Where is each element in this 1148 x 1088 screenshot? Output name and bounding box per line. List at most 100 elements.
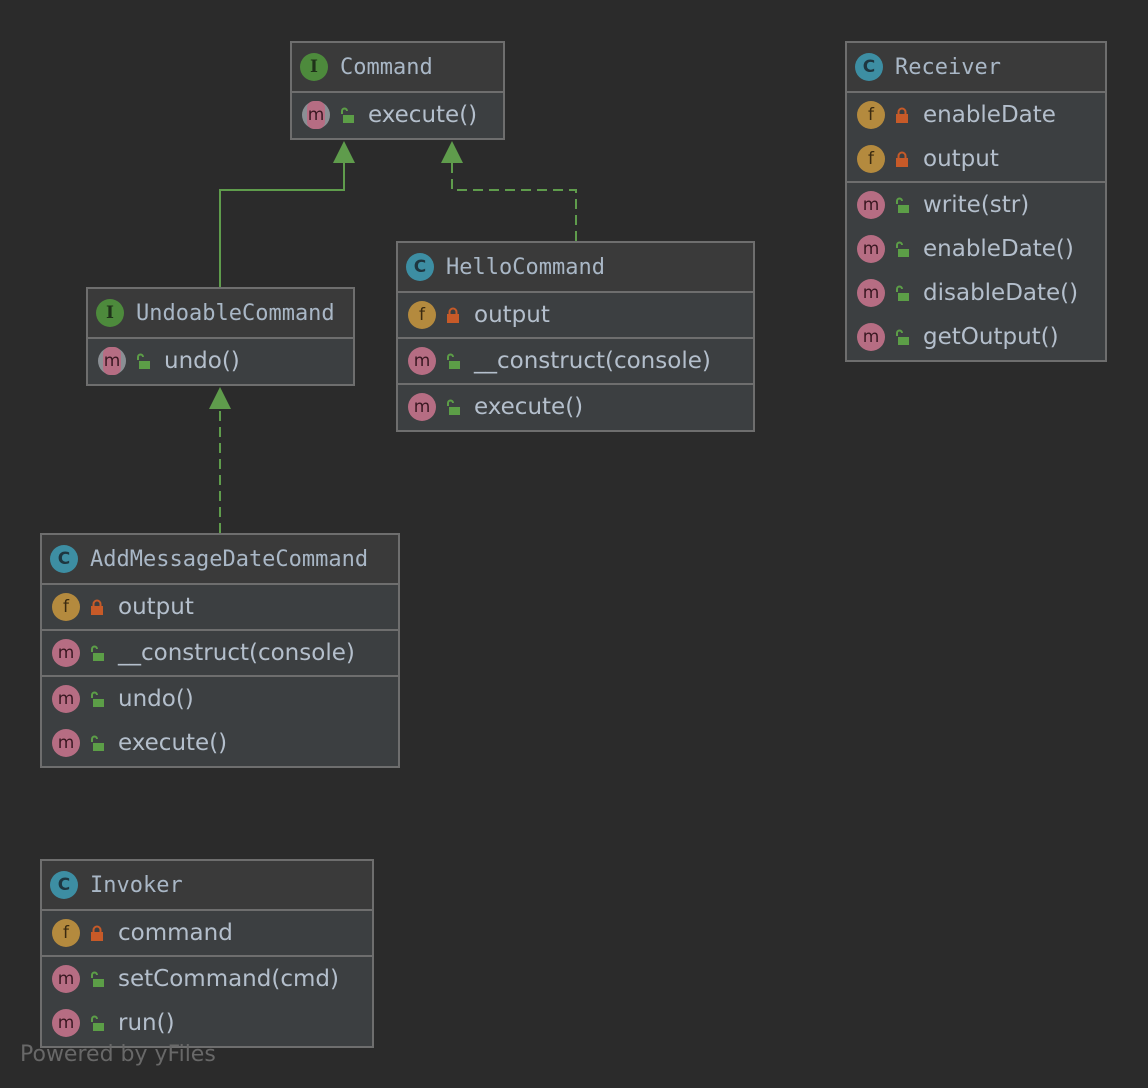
member-label: setCommand(cmd): [118, 966, 339, 992]
method-row[interactable]: m execute(): [398, 385, 753, 429]
member-label: run(): [118, 1010, 175, 1036]
realization-arrowhead: [441, 141, 463, 163]
public-unlock-icon: [90, 645, 104, 661]
method-row[interactable]: m __construct(console): [42, 631, 398, 675]
member-label: enableDate(): [923, 236, 1074, 262]
method-row[interactable]: m execute(): [292, 93, 503, 137]
member-label: undo(): [164, 348, 240, 374]
member-label: output: [474, 302, 550, 328]
public-unlock-icon: [340, 107, 354, 123]
interface-icon: I: [96, 299, 124, 327]
method-row[interactable]: m undo(): [88, 339, 353, 383]
private-lock-icon: [446, 307, 460, 323]
node-receiver[interactable]: C Receiver f enableDate f output m write(str) m e…: [845, 41, 1107, 362]
method-row[interactable]: m getOutput(): [847, 315, 1105, 359]
method-icon: m: [857, 191, 885, 219]
class-icon: C: [406, 253, 434, 281]
node-hello-command[interactable]: C HelloCommand f output m __construct(console…: [396, 241, 755, 432]
member-section: f output: [398, 293, 753, 339]
method-row[interactable]: m run(): [42, 1001, 372, 1045]
member-label: execute(): [474, 394, 584, 420]
method-icon: m: [408, 347, 436, 375]
member-label: disableDate(): [923, 280, 1079, 306]
field-icon: f: [52, 593, 80, 621]
class-icon: C: [50, 545, 78, 573]
method-row[interactable]: m undo(): [42, 677, 398, 721]
field-icon: f: [52, 919, 80, 947]
public-unlock-icon: [895, 285, 909, 301]
member-label: output: [118, 594, 194, 620]
member-section: m setCommand(cmd) m run(): [42, 957, 372, 1045]
member-section: m undo(): [88, 339, 353, 383]
private-lock-icon: [895, 107, 909, 123]
member-label: __construct(console): [474, 348, 711, 374]
public-unlock-icon: [446, 399, 460, 415]
node-undoable-command[interactable]: I UndoableCommand m undo(): [86, 287, 355, 386]
public-unlock-icon: [446, 353, 460, 369]
member-section: m __construct(console): [42, 631, 398, 677]
field-icon: f: [857, 145, 885, 173]
member-label: command: [118, 920, 233, 946]
member-label: execute(): [368, 102, 478, 128]
node-add-message-date-command[interactable]: C AddMessageDateCommand f output m __construc…: [40, 533, 400, 768]
node-header: C Receiver: [847, 43, 1105, 93]
field-row[interactable]: f output: [847, 137, 1105, 181]
member-section: m undo() m execute(): [42, 677, 398, 765]
member-label: enableDate: [923, 102, 1056, 128]
abstract-method-glyph: m: [103, 347, 121, 375]
node-command[interactable]: I Command m execute(): [290, 41, 505, 140]
public-unlock-icon: [136, 353, 150, 369]
field-row[interactable]: f output: [398, 293, 753, 337]
field-row[interactable]: f command: [42, 911, 372, 955]
member-label: write(str): [923, 192, 1030, 218]
method-row[interactable]: m write(str): [847, 183, 1105, 227]
class-icon: C: [855, 53, 883, 81]
public-unlock-icon: [895, 241, 909, 257]
method-icon: m: [52, 729, 80, 757]
method-row[interactable]: m __construct(console): [398, 339, 753, 383]
member-section: m write(str) m enableDate() m disableDate() m g…: [847, 183, 1105, 359]
field-icon: f: [857, 101, 885, 129]
node-header: I Command: [292, 43, 503, 93]
public-unlock-icon: [90, 1015, 104, 1031]
member-label: __construct(console): [118, 640, 355, 666]
member-section: m execute(): [398, 385, 753, 429]
abstract-method-icon: m: [98, 347, 126, 375]
method-row[interactable]: m disableDate(): [847, 271, 1105, 315]
member-label: getOutput(): [923, 324, 1059, 350]
member-label: execute(): [118, 730, 228, 756]
method-icon: m: [52, 965, 80, 993]
field-row[interactable]: f enableDate: [847, 93, 1105, 137]
node-header: C AddMessageDateCommand: [42, 535, 398, 585]
node-title: AddMessageDateCommand: [90, 546, 369, 572]
node-header: C HelloCommand: [398, 243, 753, 293]
watermark: Powered by yFiles: [20, 1042, 216, 1067]
field-row[interactable]: f output: [42, 585, 398, 629]
node-header: C Invoker: [42, 861, 372, 911]
method-row[interactable]: m execute(): [42, 721, 398, 765]
member-section: m execute(): [292, 93, 503, 137]
public-unlock-icon: [895, 329, 909, 345]
private-lock-icon: [90, 599, 104, 615]
private-lock-icon: [90, 925, 104, 941]
member-label: undo(): [118, 686, 194, 712]
method-row[interactable]: m setCommand(cmd): [42, 957, 372, 1001]
member-section: m __construct(console): [398, 339, 753, 385]
method-icon: m: [52, 639, 80, 667]
realization-arrowhead: [209, 387, 231, 409]
method-row[interactable]: m enableDate(): [847, 227, 1105, 271]
node-header: I UndoableCommand: [88, 289, 353, 339]
member-label: output: [923, 146, 999, 172]
node-invoker[interactable]: C Invoker f command m setCommand(cmd) m run(): [40, 859, 374, 1048]
member-section: f output: [42, 585, 398, 631]
public-unlock-icon: [90, 971, 104, 987]
abstract-method-icon: m: [302, 101, 330, 129]
method-icon: m: [52, 685, 80, 713]
node-title: HelloCommand: [446, 254, 605, 280]
node-title: UndoableCommand: [136, 300, 335, 326]
member-section: f command: [42, 911, 372, 957]
public-unlock-icon: [895, 197, 909, 213]
edge-addmessage-implements-undoable: [209, 387, 231, 533]
private-lock-icon: [895, 151, 909, 167]
member-section: f enableDate f output: [847, 93, 1105, 183]
